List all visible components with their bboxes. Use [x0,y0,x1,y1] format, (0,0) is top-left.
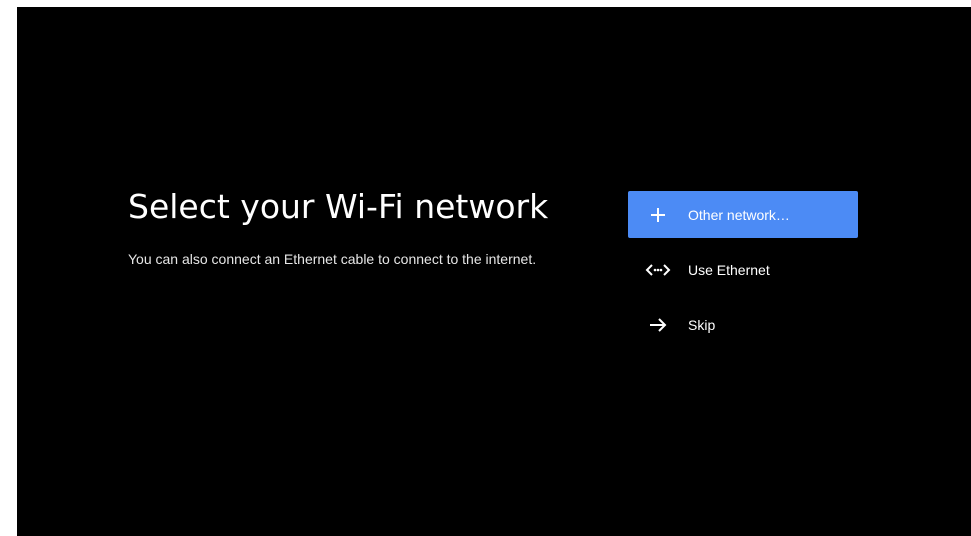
plus-icon [628,207,688,223]
page-title: Select your Wi-Fi network [128,187,549,226]
skip-button[interactable]: Skip [628,301,858,348]
use-ethernet-button[interactable]: Use Ethernet [628,246,858,293]
arrow-right-icon [628,317,688,333]
tv-setup-screen: Select your Wi-Fi network You can also c… [17,7,971,536]
use-ethernet-label: Use Ethernet [688,261,770,278]
page-subtitle: You can also connect an Ethernet cable t… [128,251,537,267]
skip-label: Skip [688,316,716,333]
other-network-button[interactable]: Other network… [628,191,858,238]
ethernet-icon [628,263,688,277]
network-options-list: Other network… Use Ethernet Skip [628,191,858,356]
other-network-label: Other network… [688,206,790,223]
